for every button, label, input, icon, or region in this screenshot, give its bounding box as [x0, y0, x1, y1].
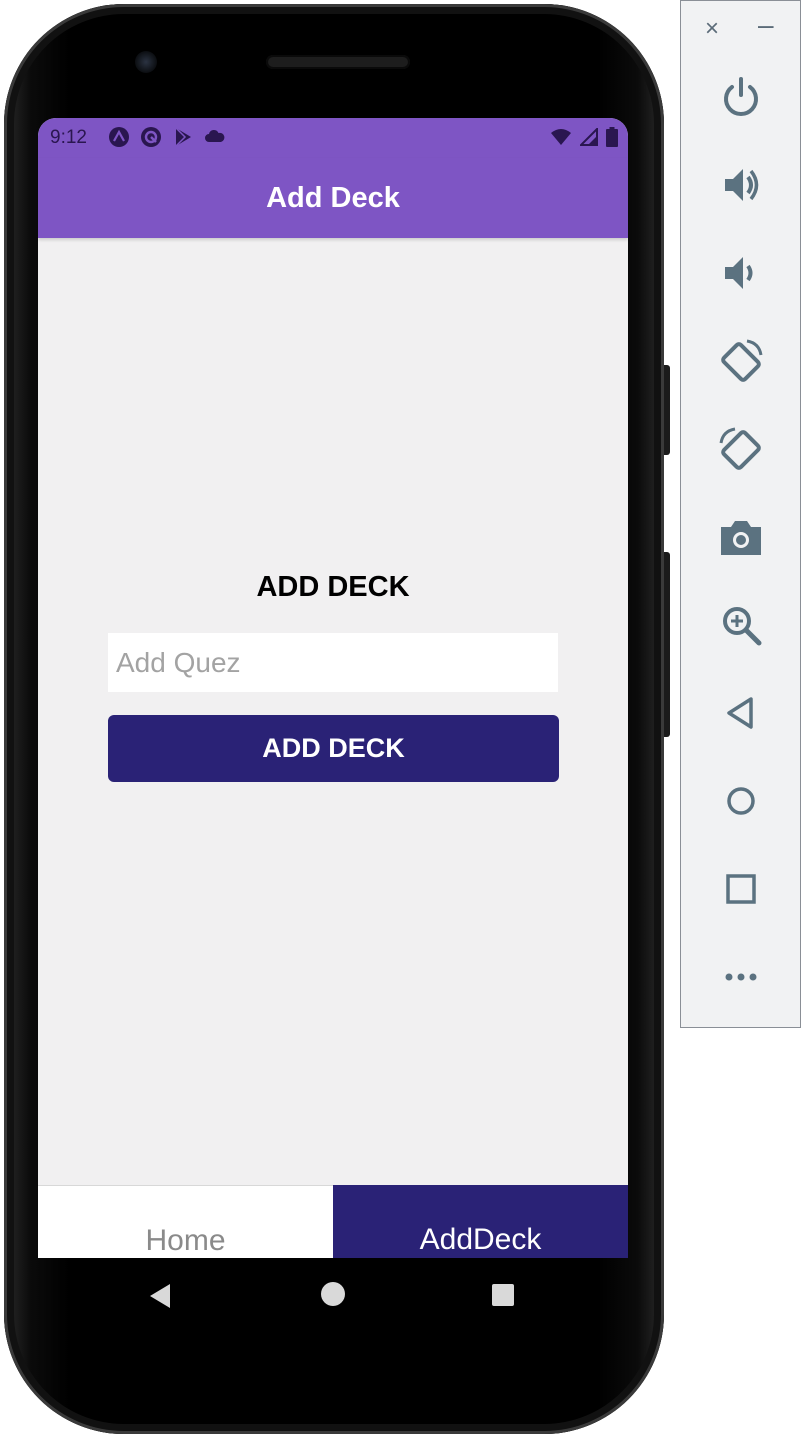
app-bar: Add Deck [38, 158, 628, 238]
tab-add-deck-label: AddDeck [419, 1223, 542, 1256]
power-icon[interactable] [717, 73, 765, 121]
nav-home-icon[interactable] [321, 1282, 345, 1306]
tab-home[interactable]: Home [38, 1185, 333, 1258]
nav-recents-icon[interactable] [492, 1284, 514, 1306]
cell-signal-icon [578, 126, 598, 151]
device-screen: 9:12 Add Deck ADD DECK Add Quez ADD DECK… [38, 118, 628, 1258]
status-system-icons [550, 126, 618, 152]
front-camera [135, 51, 157, 73]
status-bar: 9:12 [38, 118, 628, 158]
more-icon[interactable] [717, 953, 765, 1001]
play-store-icon [172, 126, 194, 148]
status-notification-icons [108, 126, 226, 148]
tab-add-deck[interactable]: AddDeck [333, 1185, 628, 1258]
phone-side-button-lower [664, 552, 670, 737]
volume-down-icon[interactable] [717, 249, 765, 297]
form-heading: ADD DECK [256, 571, 410, 603]
home-icon[interactable] [717, 777, 765, 825]
camera-icon[interactable] [717, 513, 765, 561]
back-icon[interactable] [717, 689, 765, 737]
status-time: 9:12 [50, 127, 87, 148]
overview-icon[interactable] [717, 865, 765, 913]
battery-icon [606, 127, 618, 152]
rotate-right-icon[interactable] [717, 425, 765, 473]
cloud-icon [204, 126, 226, 148]
wifi-icon [550, 128, 572, 151]
expo-icon [108, 126, 130, 148]
tab-home-label: Home [145, 1224, 226, 1257]
volume-up-icon[interactable] [717, 161, 765, 209]
system-navigation-bar [38, 1258, 628, 1330]
minimize-icon[interactable]: – [758, 9, 774, 41]
nav-back-icon[interactable] [148, 1283, 172, 1314]
page-title: Add Deck [266, 181, 400, 214]
bottom-tab-bar: Home AddDeck [38, 1185, 628, 1258]
zoom-icon[interactable] [717, 601, 765, 649]
earpiece-speaker [266, 55, 410, 69]
rotate-left-icon[interactable] [717, 337, 765, 385]
deck-title-input[interactable] [108, 633, 558, 692]
add-deck-button[interactable]: ADD DECK [108, 715, 559, 782]
emulator-control-panel: × – [680, 0, 801, 1028]
sync-circle-icon [140, 126, 162, 148]
phone-side-button-upper [664, 365, 670, 455]
close-icon[interactable]: × [705, 15, 719, 43]
panel-window-controls: × – [681, 9, 800, 45]
